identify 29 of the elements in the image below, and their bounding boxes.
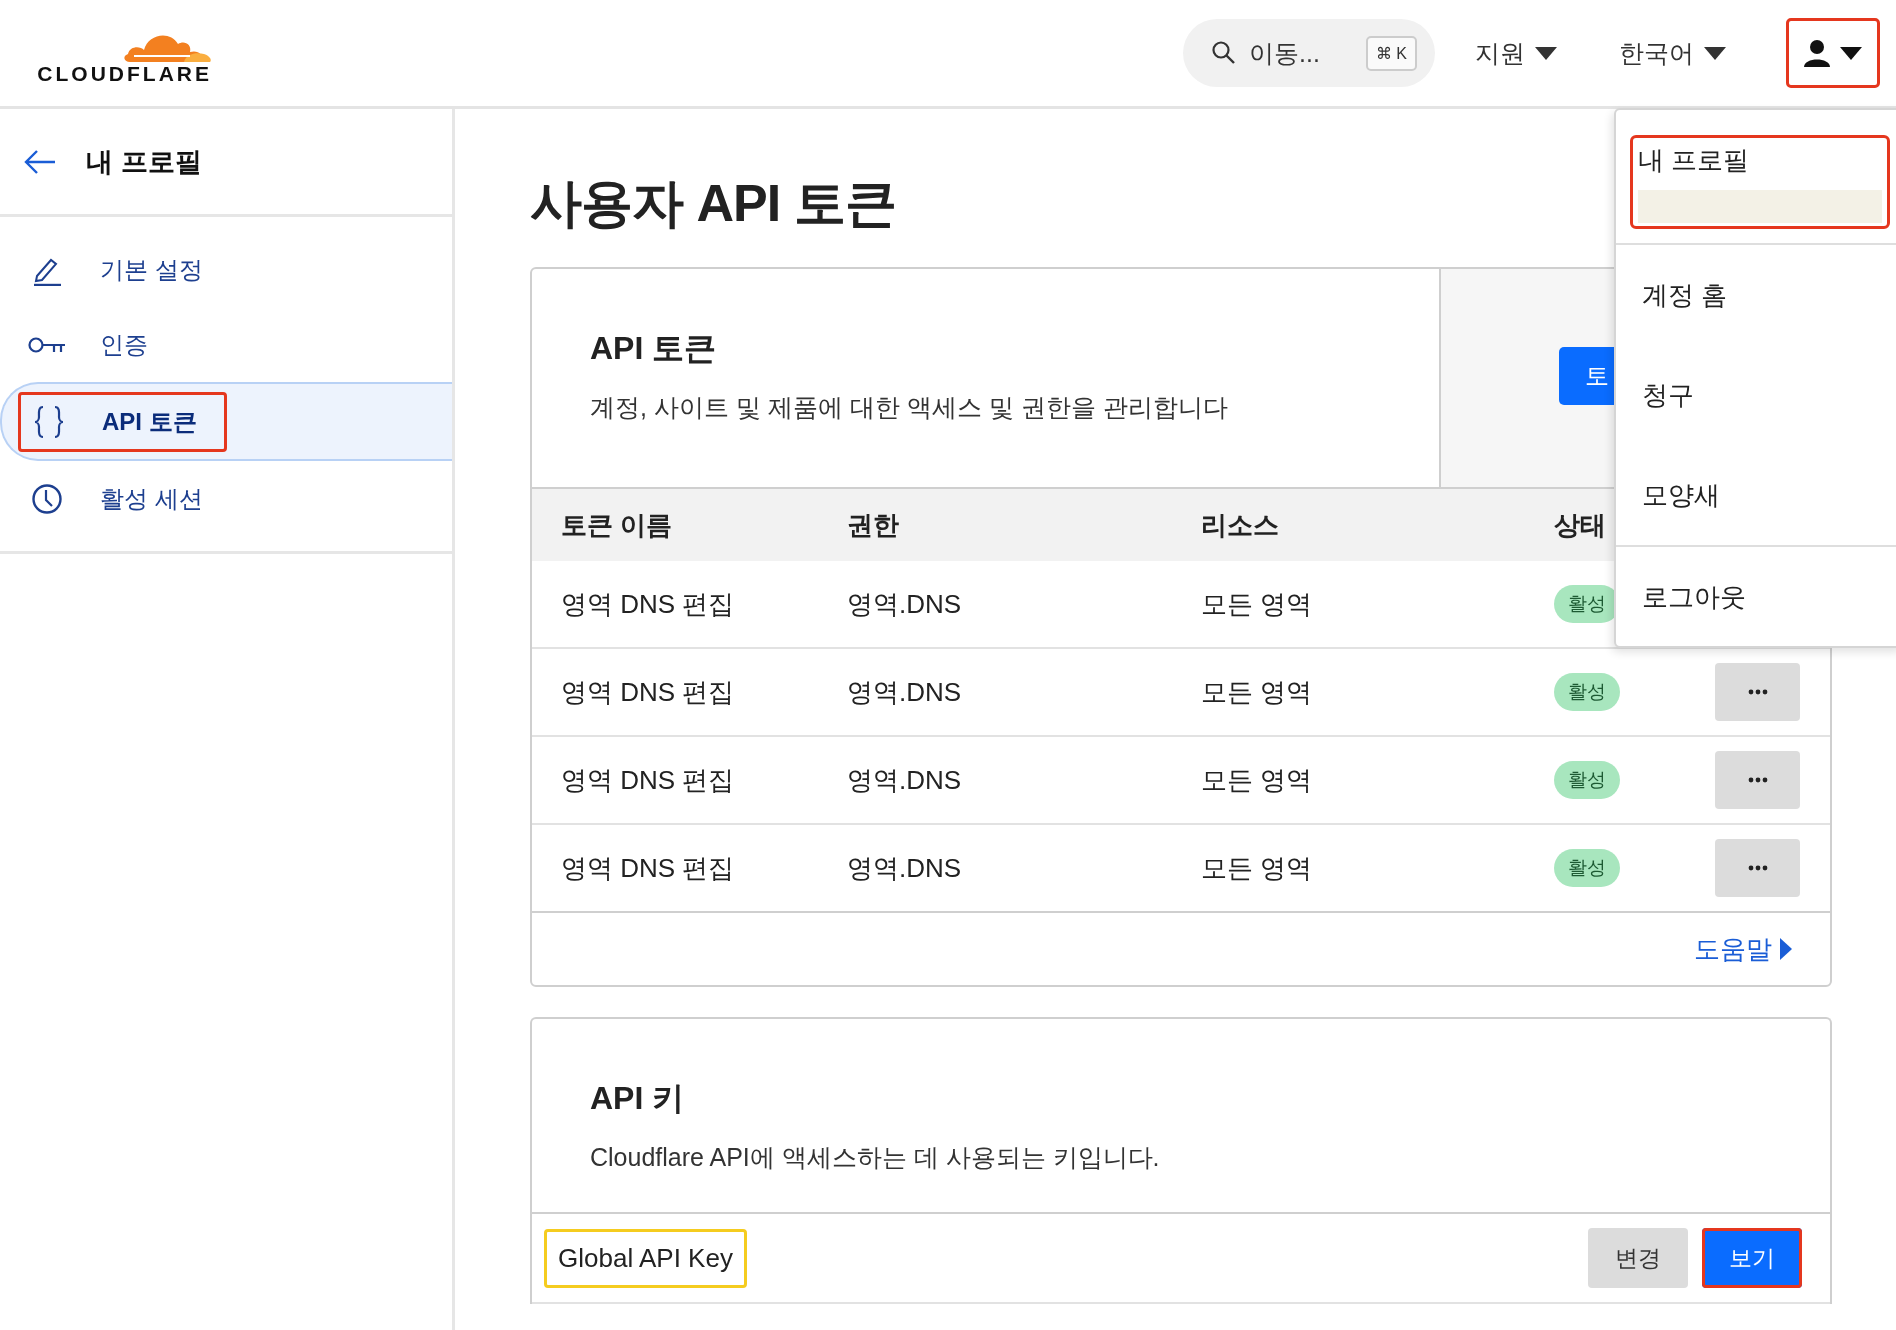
table-cell-text: 영역.DNS bbox=[847, 675, 962, 709]
column-header: 상태 bbox=[1554, 508, 1606, 542]
key-label: Global API Key bbox=[544, 1228, 747, 1288]
table-cell-text: 모든 영역 bbox=[1201, 587, 1313, 621]
table-cell-text: 영역.DNS bbox=[847, 851, 962, 885]
status-badge: 활성 bbox=[1554, 761, 1620, 799]
status-badge: 활성 bbox=[1554, 849, 1620, 887]
table-cell-text: 영역.DNS bbox=[847, 587, 962, 621]
table-cell-text: 영역 DNS 편집 bbox=[561, 851, 735, 885]
table-cell-text: 모든 영역 bbox=[1201, 763, 1313, 797]
shortcut-key: ⌘ K bbox=[1365, 35, 1417, 71]
table-cell-text: 영역 DNS 편집 bbox=[561, 763, 735, 797]
column-header: 리소스 bbox=[1201, 508, 1279, 542]
card-description: Cloudflare API에 액세스하는 데 사용되는 키입니다. bbox=[590, 1142, 1161, 1173]
sidebar-heading: 내 프로필 bbox=[86, 145, 202, 179]
status-badge: 활성 bbox=[1554, 673, 1620, 711]
table-cell-text: 모든 영역 bbox=[1201, 851, 1313, 885]
highlight-frame: API 토큰 bbox=[18, 391, 227, 452]
table-cell-text: 모든 영역 bbox=[1201, 675, 1313, 709]
card-description: 계정, 사이트 및 제품에 대한 액세스 및 권한을 관리합니다 bbox=[590, 392, 1229, 423]
table-cell-text: 영역.DNS bbox=[847, 763, 962, 797]
table-cell-text: 영역 DNS 편집 bbox=[561, 587, 735, 621]
card-title: API 토큰 bbox=[590, 329, 718, 368]
column-header: 토큰 이름 bbox=[561, 508, 673, 542]
table-cell-text: 영역 DNS 편집 bbox=[561, 675, 735, 709]
column-header: 권한 bbox=[847, 508, 899, 542]
page-title: 사용자 API 토큰 bbox=[530, 173, 896, 234]
card-title: API 키 bbox=[590, 1079, 686, 1118]
logo-wordmark: CLOUDFLARE bbox=[37, 62, 212, 86]
